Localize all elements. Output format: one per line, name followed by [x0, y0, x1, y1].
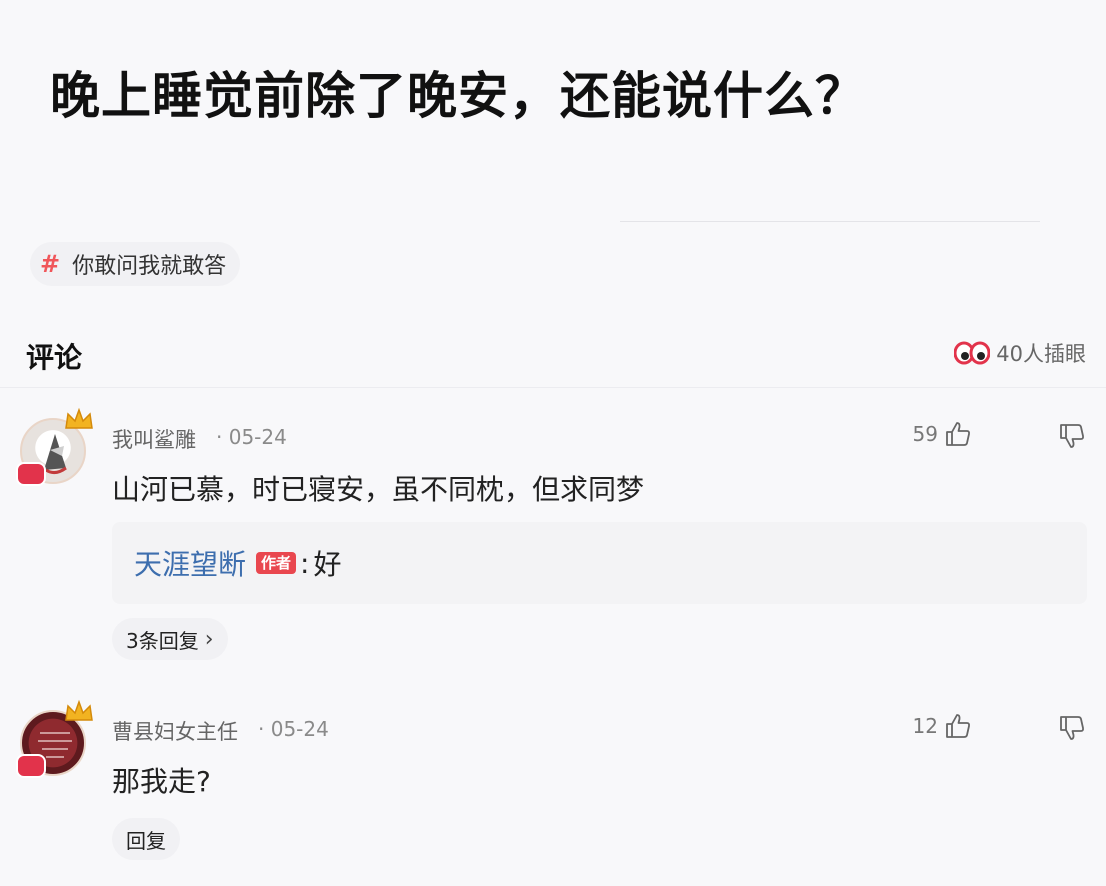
crown-icon [65, 699, 93, 721]
hash-icon: # [40, 250, 61, 278]
chevron-right-icon: › [204, 626, 214, 652]
reply-colon: : [300, 546, 310, 580]
reply-button[interactable]: 回复 [112, 818, 180, 860]
avatar[interactable] [16, 407, 93, 486]
reply-author[interactable]: 天涯望断 [134, 543, 246, 583]
thumb-up-icon [946, 714, 970, 738]
peek-count: 40人插眼 [996, 342, 1086, 366]
thumb-up-icon [946, 422, 970, 446]
comment-item: 曹县妇女主任 · 05-24 12 那我走? 回复 [0, 692, 1106, 882]
question-page: 晚上睡觉前除了晚安，还能说什么？ # 你敢问我就敢答 评论 40人插眼 我叫鲨雕… [0, 0, 1106, 886]
comment-username[interactable]: 曹县妇女主任 [112, 716, 238, 746]
like-count: 12 [912, 714, 938, 738]
comments-header: 评论 40人插眼 [0, 322, 1106, 388]
comments-title: 评论 [26, 341, 83, 374]
comment-username[interactable]: 我叫鲨雕 [112, 424, 196, 454]
thumb-down-icon[interactable] [1058, 714, 1086, 742]
badge-icon [16, 754, 46, 778]
view-replies-button[interactable]: 3条回复 › [112, 618, 228, 660]
crown-icon [65, 407, 93, 429]
comment-date: · 05-24 [216, 425, 287, 449]
question-title: 晚上睡觉前除了晚安，还能说什么？ [50, 67, 866, 125]
badge-icon [16, 462, 46, 486]
topic-chip[interactable]: # 你敢问我就敢答 [30, 242, 241, 286]
thumb-down-icon[interactable] [1058, 422, 1086, 450]
comment-date: · 05-24 [258, 717, 329, 741]
reply-label: 回复 [126, 828, 166, 853]
comment-text: 山河已慕，时已寝安，虽不同枕，但求同梦 [112, 473, 645, 506]
like-button[interactable]: 59 [913, 420, 972, 448]
comment-text: 那我走? [112, 765, 211, 798]
like-count: 59 [912, 422, 938, 446]
reply-preview[interactable]: 天涯望断 作者 : 好 [112, 522, 1087, 604]
avatar[interactable] [16, 699, 93, 778]
comment-item: 我叫鲨雕 · 05-24 59 山河已慕，时已寝安，虽不同枕，但求同梦 天涯望断… [0, 400, 1106, 680]
like-button[interactable]: 12 [913, 712, 972, 740]
author-badge: 作者 [256, 552, 297, 574]
peek-button[interactable]: 40人插眼 [954, 338, 1086, 368]
reply-text: 好 [313, 548, 342, 581]
eyes-icon [954, 341, 991, 365]
divider [620, 221, 1040, 222]
replies-count-label: 3条回复 [126, 628, 199, 653]
topic-label: 你敢问我就敢答 [72, 254, 227, 279]
